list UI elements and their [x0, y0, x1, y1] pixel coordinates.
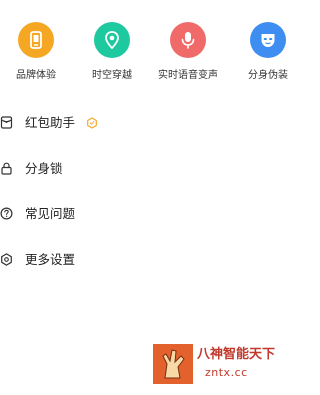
menu-item-clone-lock[interactable]: 分身锁 — [0, 147, 294, 191]
feature-disguise-circle — [250, 22, 286, 58]
menu-item-more-settings[interactable]: 更多设置 — [0, 238, 294, 282]
mask-icon — [261, 34, 275, 47]
feature-time-travel[interactable]: 时空穿越 — [76, 22, 148, 88]
microphone-icon — [181, 32, 195, 49]
feature-label: 实时语音变声 — [158, 70, 218, 81]
hand-gesture-icon — [162, 349, 185, 379]
watermark-site: zntx.cc — [205, 366, 248, 379]
watermark-logo — [153, 344, 193, 384]
menu-item-faq[interactable]: 常见问题 — [0, 192, 294, 236]
feature-voice-changer[interactable]: 实时语音变声 — [152, 22, 224, 88]
red-envelope-icon — [0, 116, 13, 129]
feature-disguise[interactable]: 分身伪装 — [232, 22, 304, 88]
watermark-title: 八神智能天下 — [197, 347, 276, 362]
menu-item-label: 分身锁 — [25, 161, 63, 176]
menu-item-label: 更多设置 — [25, 252, 76, 267]
settings-icon — [1, 253, 12, 266]
feature-voice-changer-circle — [170, 22, 206, 58]
feature-label: 品牌体验 — [16, 70, 56, 81]
lock-icon — [1, 162, 12, 175]
feature-label: 分身伪装 — [248, 70, 288, 81]
phone-icon — [30, 31, 42, 49]
menu-item-red-envelope-assistant[interactable]: 红包助手 — [0, 101, 294, 145]
feature-shortcuts: 品牌体验 时空穿越 实时语音变声 分身伪装 — [0, 22, 294, 88]
feature-label: 时空穿越 — [92, 70, 132, 81]
question-icon — [0, 207, 13, 220]
feature-brand-experience[interactable]: 品牌体验 — [0, 22, 72, 88]
menu-item-label: 红包助手 — [25, 115, 76, 130]
feature-time-travel-circle — [94, 22, 130, 58]
watermark: 八神智能天下 zntx.cc — [153, 344, 282, 384]
location-pin-icon — [105, 31, 119, 50]
feature-brand-experience-circle — [18, 22, 54, 58]
menu-item-label: 常见问题 — [25, 206, 76, 221]
hexagon-badge-icon — [87, 117, 97, 129]
